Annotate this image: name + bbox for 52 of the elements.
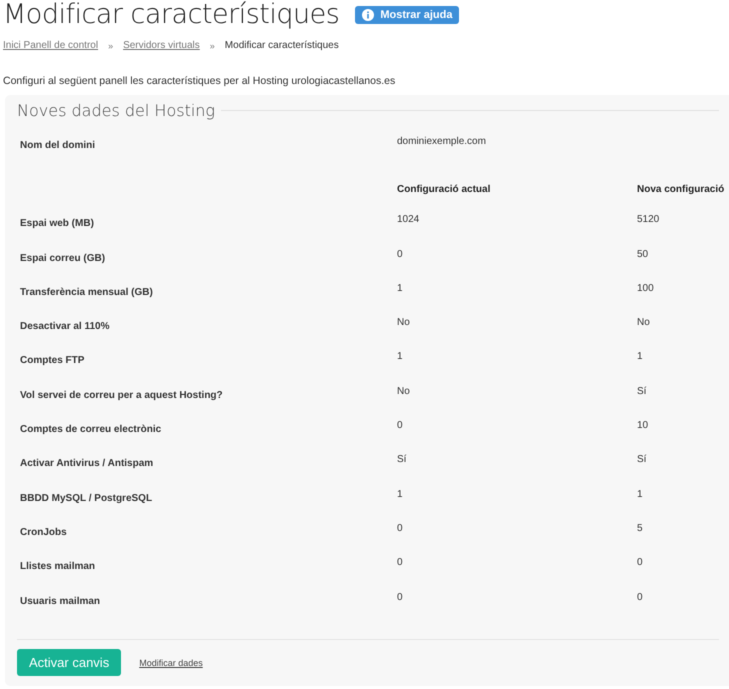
field-label: Comptes de correu electrònic [19, 424, 162, 436]
field-label: Usuaris mailman [19, 596, 102, 606]
new-value: 10 [637, 420, 650, 432]
new-value: 0 [637, 557, 644, 568]
column-header: Configuració actual [397, 184, 492, 195]
field-label: CronJobs [19, 526, 68, 538]
current-value: 0 [397, 248, 404, 260]
field-label: Transferència mensual (GB) [19, 286, 154, 298]
breadcrumb-separator: » [108, 40, 114, 50]
field-value: dominiexemple.com [397, 136, 487, 147]
current-value: Sí [397, 454, 408, 466]
modify-link[interactable]: Modificar dades [139, 658, 203, 668]
current-value: 0 [397, 592, 404, 602]
new-value: 50 [637, 248, 650, 260]
info-icon [362, 9, 374, 21]
page-title: Modificar característiques [3, 0, 340, 30]
new-value: 1 [637, 351, 644, 362]
field-label: Desactivar al 110% [19, 321, 111, 332]
current-value: 1 [397, 282, 404, 294]
field-label: Espai web (MB) [19, 218, 95, 230]
panel-legend: Noves dades del Hosting [17, 101, 216, 120]
new-value: 5120 [637, 214, 660, 226]
field-label: Llistes mailman [19, 561, 96, 572]
new-value: 5 [637, 522, 644, 534]
breadcrumb-separator: » [210, 40, 215, 50]
current-value: 0 [397, 557, 404, 568]
new-value: Sí [637, 454, 648, 466]
new-value: 0 [637, 592, 644, 602]
help-button[interactable]: Mostrar ajuda [355, 6, 460, 24]
new-value: Sí [637, 386, 648, 397]
field-label: Comptes FTP [19, 355, 86, 366]
current-value: 1024 [397, 214, 420, 226]
new-value: 100 [637, 282, 655, 294]
current-value: 1 [397, 351, 404, 362]
field-label: Activar Antivirus / Antispam [19, 458, 154, 470]
current-value: No [397, 317, 411, 328]
breadcrumb-link[interactable]: Servidors virtuals [123, 40, 200, 51]
current-value: 0 [397, 420, 404, 432]
breadcrumb-current: Modificar característiques [224, 40, 339, 51]
submit-button[interactable]: Activar canvis [17, 649, 122, 676]
column-header: Nova configuració [637, 184, 724, 195]
field-label: Vol servei de correu per a aquest Hosting? [19, 390, 224, 401]
breadcrumb-link[interactable]: Inici Panell de control [3, 40, 98, 51]
intro-text: Configuri al següent panell les característiques per al Hosting urologiacastellanos.es [3, 75, 396, 87]
current-value: No [397, 386, 411, 397]
field-label: Espai correu (GB) [19, 252, 106, 264]
current-value: 1 [397, 488, 404, 500]
field-label: BBDD MySQL / PostgreSQL [19, 492, 154, 504]
field-label: Nom del domini [19, 140, 96, 151]
current-value: 0 [397, 522, 404, 534]
new-value: No [637, 317, 651, 328]
new-value: 1 [637, 488, 644, 500]
